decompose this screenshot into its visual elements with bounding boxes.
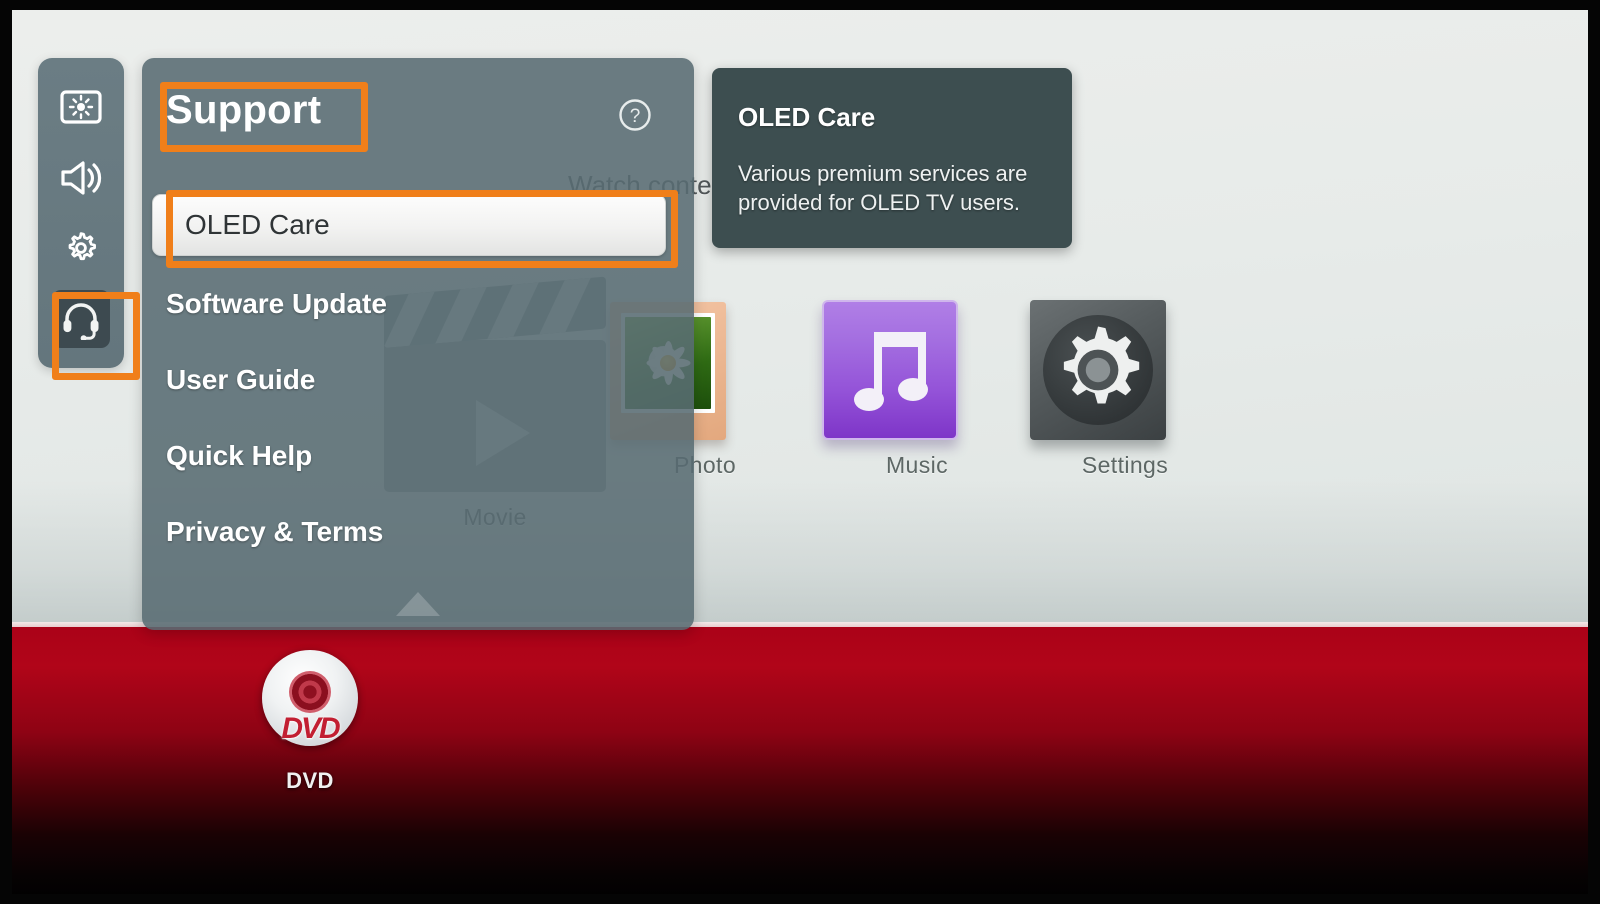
gear-icon: [61, 228, 101, 268]
tooltip-body: Various premium services are provided fo…: [738, 161, 1028, 216]
dvd-disc-icon: DVD: [230, 650, 390, 746]
app-label-settings: Settings: [1081, 452, 1169, 478]
question-circle-icon[interactable]: ?: [618, 98, 652, 137]
menu-item-quick-help[interactable]: Quick Help: [166, 440, 666, 472]
app-tile-dvd[interactable]: DVD DVD: [230, 650, 390, 794]
quick-settings-rail: [38, 58, 124, 368]
menu-item-user-guide[interactable]: User Guide: [166, 364, 666, 396]
headset-icon: [60, 298, 102, 340]
rail-item-support[interactable]: [52, 289, 110, 348]
tv-photo-frame: Watch content from all connected devices…: [0, 0, 1600, 904]
dvd-disc-text: DVD: [281, 712, 340, 745]
panel-title: Support: [166, 88, 322, 132]
app-label-music: Music: [885, 452, 949, 478]
gear-tile-icon: [1030, 300, 1220, 440]
app-tile-settings[interactable]: Settings: [1030, 300, 1220, 479]
brightness-screen-icon: [60, 90, 102, 124]
app-tile-music[interactable]: Music: [822, 300, 1012, 479]
rail-item-general[interactable]: [52, 219, 110, 277]
menu-item-software-update[interactable]: Software Update: [166, 288, 666, 320]
rail-item-sound[interactable]: [52, 149, 110, 207]
music-note-icon: [822, 300, 1012, 440]
tooltip-title: OLED Care: [738, 102, 876, 132]
tooltip-card: OLED Care Various premium services are p…: [712, 68, 1072, 248]
menu-item-oled-care[interactable]: OLED Care: [152, 194, 666, 256]
rail-item-picture[interactable]: [52, 78, 110, 136]
svg-text:?: ?: [630, 106, 641, 127]
app-label-dvd: DVD: [286, 768, 334, 793]
speaker-icon: [59, 159, 103, 197]
down-triangle-icon[interactable]: [396, 592, 440, 616]
tv-screen: Watch content from all connected devices…: [12, 10, 1588, 894]
support-menu-panel: Support ? OLED Care Software Update User…: [142, 58, 694, 630]
menu-item-privacy-terms[interactable]: Privacy & Terms: [166, 516, 666, 548]
menu-item-label: OLED Care: [185, 209, 330, 240]
